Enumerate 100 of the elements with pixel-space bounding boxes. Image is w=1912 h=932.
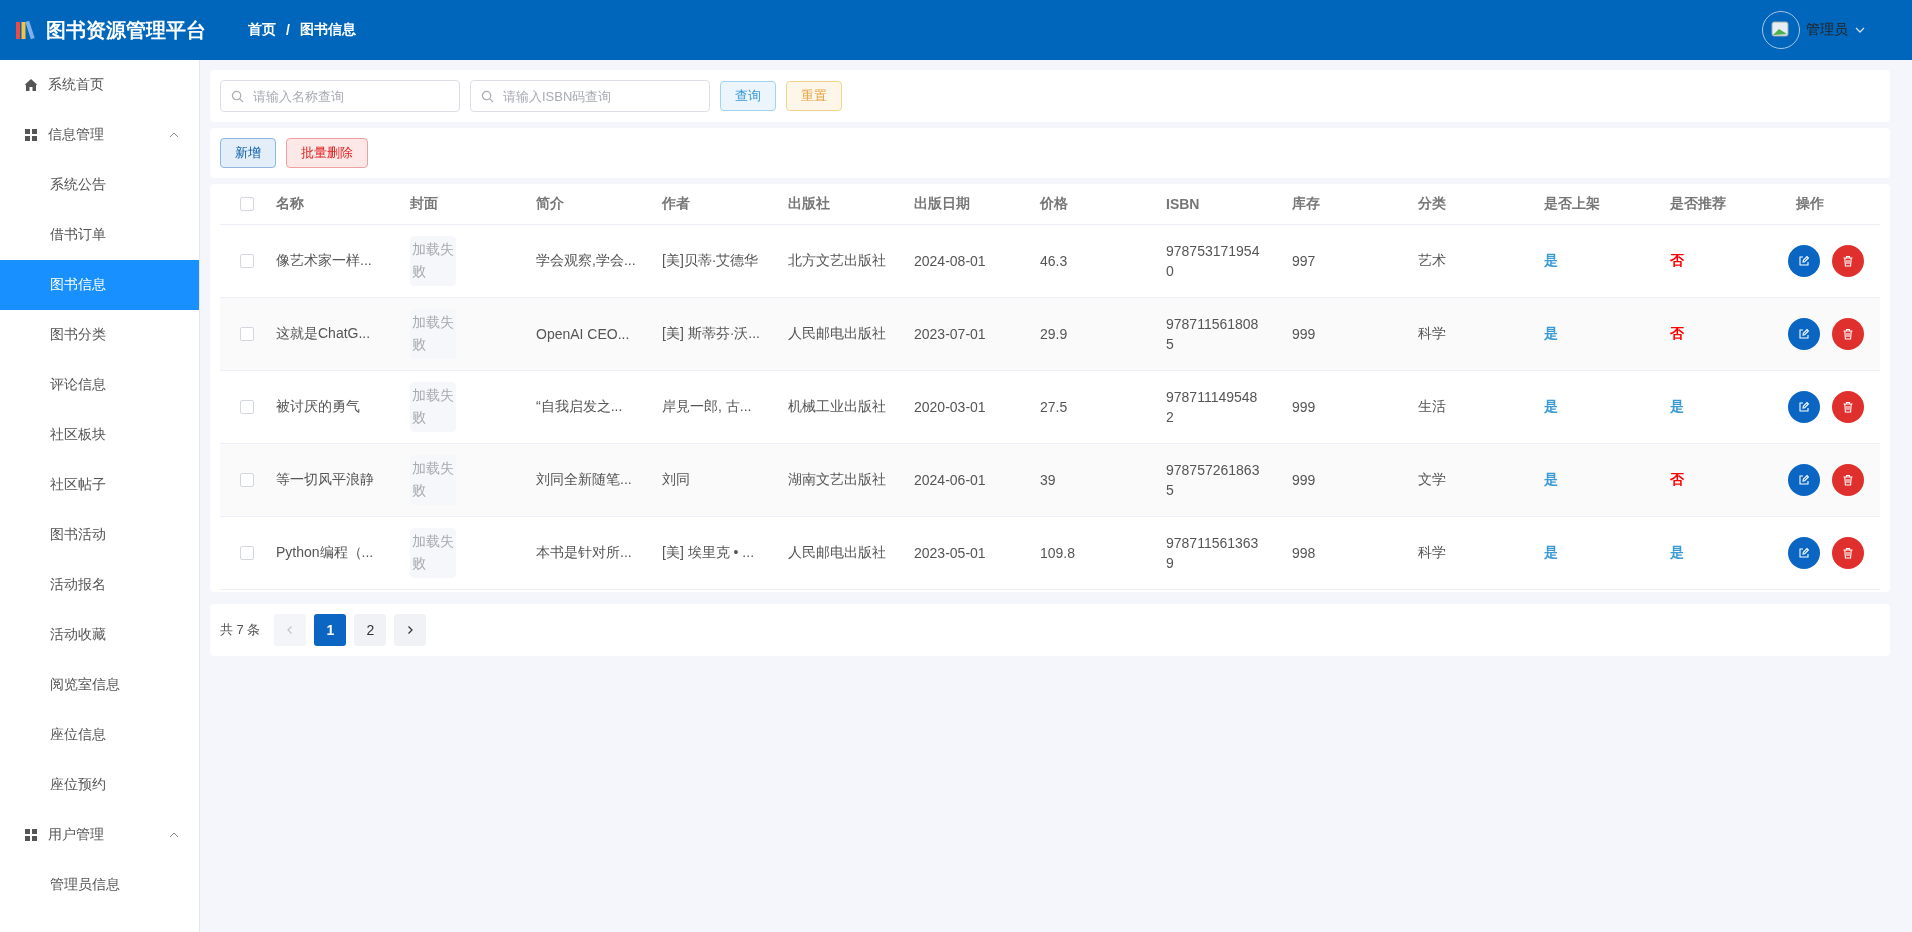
search-field[interactable]: 请输入ISBN码查询 bbox=[470, 80, 710, 112]
total-count: 共 7 条 bbox=[220, 621, 261, 639]
column-header: 出版日期 bbox=[914, 195, 970, 213]
table-cell: 29.9 bbox=[1040, 326, 1068, 342]
checkbox[interactable] bbox=[240, 327, 254, 341]
table-cell: [美] 埃里克 • ... bbox=[662, 544, 755, 562]
edit-button[interactable] bbox=[1788, 464, 1820, 496]
table-cell: 科学 bbox=[1418, 544, 1446, 562]
menu-item[interactable]: 社区帖子 bbox=[0, 460, 199, 510]
table-cell: 39 bbox=[1040, 472, 1056, 488]
menu-item[interactable]: 阅览室信息 bbox=[0, 660, 199, 710]
table-cell: 998 bbox=[1292, 545, 1316, 561]
checkbox[interactable] bbox=[240, 254, 254, 268]
table-cell: 刘同全新随笔... bbox=[536, 471, 632, 489]
menu-item[interactable]: 系统公告 bbox=[0, 160, 199, 210]
delete-button[interactable] bbox=[1832, 318, 1864, 350]
edit-icon bbox=[1798, 547, 1810, 559]
column-header: 库存 bbox=[1292, 195, 1320, 213]
column-header: 封面 bbox=[410, 195, 438, 213]
grid-icon bbox=[24, 128, 38, 142]
table-cell: 科学 bbox=[1418, 325, 1446, 343]
breadcrumb-link[interactable]: 首页 bbox=[248, 21, 276, 39]
chevron-up-icon bbox=[169, 130, 179, 140]
status-text: 是 bbox=[1544, 325, 1558, 343]
table-cell: 机械工业出版社 bbox=[788, 398, 886, 416]
load-failed-text: 加载失败 bbox=[412, 532, 454, 573]
load-failed-text: 加载失败 bbox=[412, 459, 454, 500]
menu-group[interactable]: 信息管理 bbox=[0, 110, 199, 160]
menu-item[interactable]: 管理员信息 bbox=[0, 860, 199, 910]
checkbox[interactable] bbox=[240, 197, 254, 211]
menu-group[interactable]: 用户管理 bbox=[0, 810, 199, 860]
edit-icon bbox=[1798, 474, 1810, 486]
table-cell: 岸見一郎, 古... bbox=[662, 398, 752, 416]
delete-button[interactable] bbox=[1832, 464, 1864, 496]
table-cell: 人民邮电出版社 bbox=[788, 544, 886, 562]
app-title: 图书资源管理平台 bbox=[46, 17, 206, 43]
edit-button[interactable] bbox=[1788, 537, 1820, 569]
table-cell: Python编程（... bbox=[276, 544, 374, 562]
checkbox[interactable] bbox=[240, 400, 254, 414]
menu-item[interactable]: 社区板块 bbox=[0, 410, 199, 460]
menu-item[interactable]: 借书订单 bbox=[0, 210, 199, 260]
column-header: 简介 bbox=[536, 195, 564, 213]
table-cell: 999 bbox=[1292, 326, 1316, 342]
column-header: 是否上架 bbox=[1544, 195, 1600, 213]
edit-button[interactable] bbox=[1788, 318, 1820, 350]
table-cell: 2024-08-01 bbox=[914, 253, 986, 269]
status-text: 是 bbox=[1544, 252, 1558, 270]
breadcrumb-link[interactable]: 图书信息 bbox=[299, 21, 356, 39]
column-header: 是否推荐 bbox=[1670, 195, 1726, 213]
column-header: 出版社 bbox=[788, 195, 830, 213]
grid-icon bbox=[24, 828, 38, 842]
trash-icon bbox=[1842, 401, 1854, 413]
table-cell: 2023-05-01 bbox=[914, 545, 986, 561]
table-cell-text: 9787572618635 bbox=[1166, 461, 1261, 500]
menu-item[interactable]: 活动收藏 bbox=[0, 610, 199, 660]
menu-item[interactable]: 图书分类 bbox=[0, 310, 199, 360]
table-cell: 本书是针对所... bbox=[536, 544, 632, 562]
menu-item[interactable]: 座位预约 bbox=[0, 760, 199, 810]
column-header: 分类 bbox=[1418, 195, 1446, 213]
edit-button[interactable] bbox=[1788, 391, 1820, 423]
books-logo-icon bbox=[14, 18, 38, 42]
table-cell-text: 9787115613639 bbox=[1166, 534, 1260, 573]
trash-icon bbox=[1842, 328, 1854, 340]
table-cell: 997 bbox=[1292, 253, 1316, 269]
status-text: 是 bbox=[1544, 544, 1558, 562]
table-cell: 人民邮电出版社 bbox=[788, 325, 886, 343]
status-text: 是 bbox=[1544, 398, 1558, 416]
edit-icon bbox=[1798, 328, 1810, 340]
checkbox[interactable] bbox=[240, 546, 254, 560]
add-button[interactable]: 新增 bbox=[220, 138, 276, 168]
checkbox[interactable] bbox=[240, 473, 254, 487]
table-cell: “自我启发之... bbox=[536, 398, 623, 416]
delete-button[interactable] bbox=[1832, 245, 1864, 277]
column-header: ISBN bbox=[1166, 196, 1200, 212]
status-text: 是 bbox=[1670, 544, 1684, 562]
batch-delete-button[interactable]: 批量删除 bbox=[286, 138, 368, 168]
table-cell: OpenAI CEO... bbox=[536, 326, 630, 342]
search-field[interactable]: 请输入名称查询 bbox=[220, 80, 460, 112]
trash-icon bbox=[1842, 255, 1854, 267]
menu-item[interactable]: 活动报名 bbox=[0, 560, 199, 610]
table-cell: 999 bbox=[1292, 399, 1316, 415]
table-cell: 2023-07-01 bbox=[914, 326, 986, 342]
menu-item[interactable]: 评论信息 bbox=[0, 360, 199, 410]
menu-item[interactable]: 座位信息 bbox=[0, 710, 199, 760]
table-cell: 999 bbox=[1292, 472, 1316, 488]
broken-image-icon bbox=[1771, 21, 1791, 39]
delete-button[interactable] bbox=[1832, 537, 1864, 569]
status-text: 是 bbox=[1670, 398, 1684, 416]
table-cell: 2024-06-01 bbox=[914, 472, 986, 488]
page-button[interactable]: 2 bbox=[354, 614, 387, 646]
delete-button[interactable] bbox=[1832, 391, 1864, 423]
chevron-up-icon bbox=[169, 830, 179, 840]
menu-item[interactable]: 图书活动 bbox=[0, 510, 199, 560]
edit-button[interactable] bbox=[1788, 245, 1820, 277]
table-cell-text: 9787111495482 bbox=[1166, 388, 1259, 427]
column-header: 名称 bbox=[276, 195, 304, 213]
menu-item[interactable]: 系统首页 bbox=[0, 60, 199, 110]
table-cell: 学会观察,学会... bbox=[536, 252, 636, 270]
table-cell: 这就是ChatG... bbox=[276, 325, 371, 343]
page-button[interactable]: 1 bbox=[314, 614, 347, 646]
